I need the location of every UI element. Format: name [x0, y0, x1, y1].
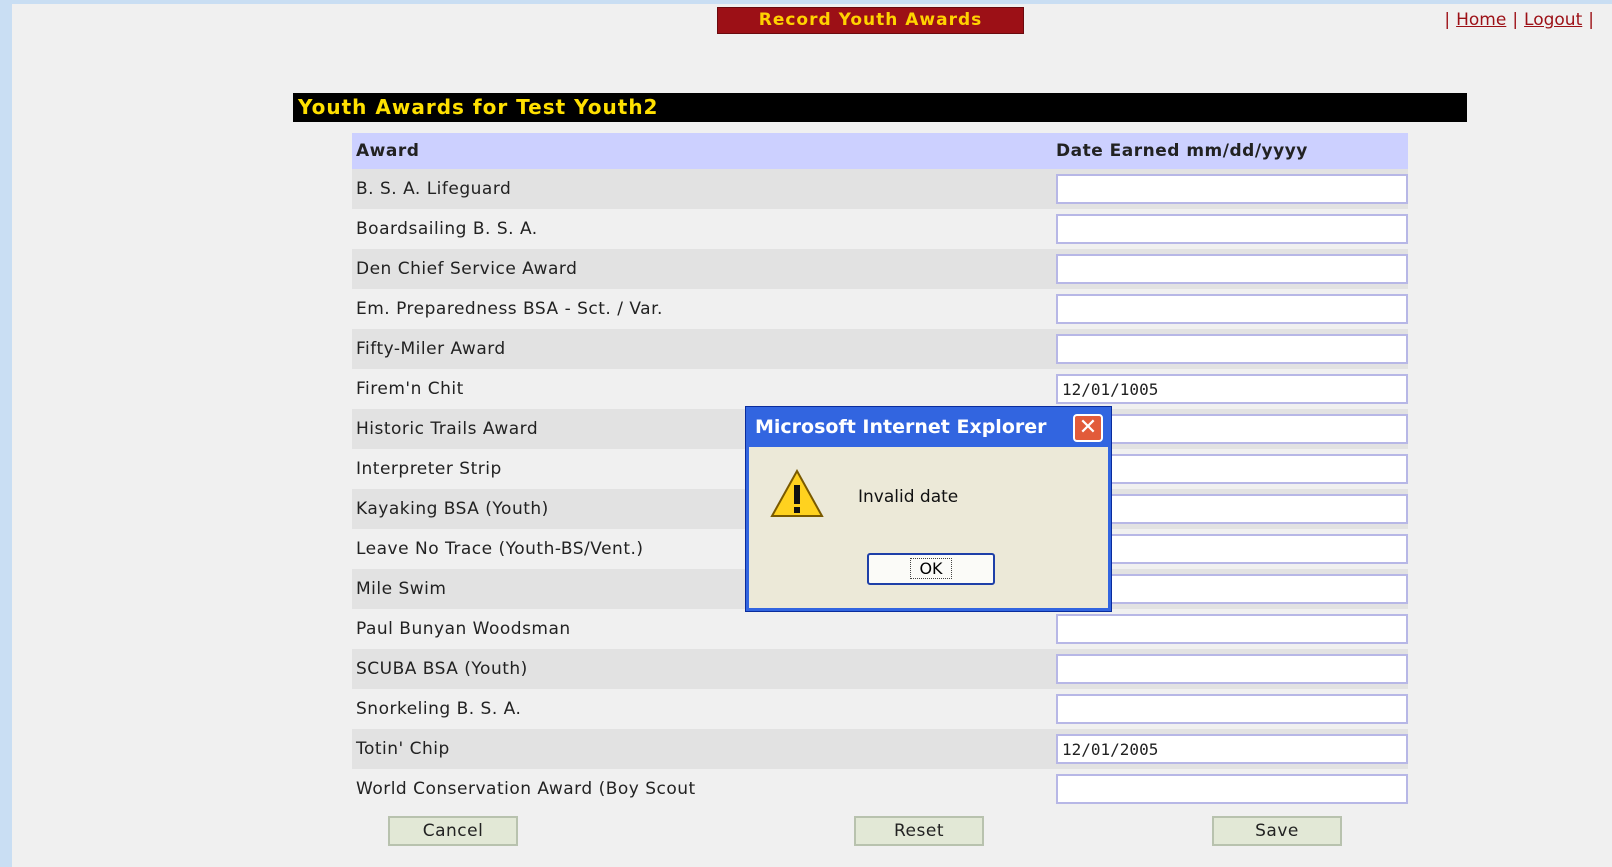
- ok-button[interactable]: OK: [867, 553, 995, 585]
- table-row: Den Chief Service Award: [352, 249, 1408, 289]
- award-name: Paul Bunyan Woodsman: [356, 619, 571, 639]
- column-header-date: Date Earned mm/dd/yyyy: [1056, 141, 1308, 161]
- table-row: World Conservation Award (Boy Scout: [352, 769, 1408, 809]
- section-title: Youth Awards for Test Youth2: [293, 93, 1467, 122]
- date-earned-input[interactable]: [1056, 774, 1408, 804]
- dialog-body: Invalid date OK: [749, 447, 1108, 608]
- ok-button-label: OK: [910, 558, 952, 579]
- date-cell: [1054, 734, 1408, 764]
- award-name: Den Chief Service Award: [356, 259, 578, 279]
- table-row: Firem'n Chit: [352, 369, 1408, 409]
- dialog-message: Invalid date: [858, 487, 959, 507]
- table-row: SCUBA BSA (Youth): [352, 649, 1408, 689]
- close-icon[interactable]: ✕: [1073, 414, 1103, 442]
- award-name: World Conservation Award (Boy Scout: [356, 779, 696, 799]
- award-name: Fifty-Miler Award: [356, 339, 506, 359]
- table-row: Totin' Chip: [352, 729, 1408, 769]
- logout-link[interactable]: Logout: [1524, 10, 1582, 30]
- nav-separator: |: [1588, 10, 1594, 30]
- table-row: Snorkeling B. S. A.: [352, 689, 1408, 729]
- award-name: Totin' Chip: [356, 739, 450, 759]
- award-name: B. S. A. Lifeguard: [356, 179, 512, 199]
- table-row: B. S. A. Lifeguard: [352, 169, 1408, 209]
- award-name: Boardsailing B. S. A.: [356, 219, 538, 239]
- table-row: Em. Preparedness BSA - Sct. / Var.: [352, 289, 1408, 329]
- date-cell: [1054, 654, 1408, 684]
- date-cell: [1054, 334, 1408, 364]
- date-earned-input[interactable]: [1056, 254, 1408, 284]
- nav-separator: |: [1512, 10, 1519, 30]
- date-earned-input[interactable]: [1056, 294, 1408, 324]
- alert-dialog: Microsoft Internet Explorer ✕ Invalid da…: [745, 406, 1112, 612]
- date-cell: [1054, 374, 1408, 404]
- date-earned-input[interactable]: [1056, 614, 1408, 644]
- date-earned-input[interactable]: [1056, 654, 1408, 684]
- top-nav-links: | Home | Logout |: [1438, 10, 1600, 30]
- page-body: Record Youth Awards | Home | Logout | Youth …: [12, 4, 1612, 867]
- date-earned-input[interactable]: [1056, 214, 1408, 244]
- date-earned-input[interactable]: [1056, 174, 1408, 204]
- date-earned-input[interactable]: [1056, 374, 1408, 404]
- nav-separator: |: [1444, 10, 1451, 30]
- table-row: Boardsailing B. S. A.: [352, 209, 1408, 249]
- cancel-button[interactable]: Cancel: [388, 816, 518, 846]
- table-header-row: Award Date Earned mm/dd/yyyy: [352, 133, 1408, 169]
- table-row: Fifty-Miler Award: [352, 329, 1408, 369]
- date-earned-input[interactable]: [1056, 694, 1408, 724]
- warning-icon: [770, 469, 824, 517]
- date-cell: [1054, 694, 1408, 724]
- date-earned-input[interactable]: [1056, 734, 1408, 764]
- date-cell: [1054, 614, 1408, 644]
- date-cell: [1054, 774, 1408, 804]
- dialog-title: Microsoft Internet Explorer: [755, 416, 1047, 438]
- award-name: SCUBA BSA (Youth): [356, 659, 528, 679]
- award-name: Firem'n Chit: [356, 379, 464, 399]
- dialog-titlebar[interactable]: Microsoft Internet Explorer ✕: [746, 407, 1111, 447]
- reset-button[interactable]: Reset: [854, 816, 984, 846]
- date-cell: [1054, 254, 1408, 284]
- date-cell: [1054, 294, 1408, 324]
- date-earned-input[interactable]: [1056, 334, 1408, 364]
- date-cell: [1054, 174, 1408, 204]
- table-row: Paul Bunyan Woodsman: [352, 609, 1408, 649]
- date-cell: [1054, 214, 1408, 244]
- home-link[interactable]: Home: [1456, 10, 1506, 30]
- column-header-award: Award: [356, 141, 420, 161]
- save-button[interactable]: Save: [1212, 816, 1342, 846]
- award-name: Snorkeling B. S. A.: [356, 699, 522, 719]
- award-name: Em. Preparedness BSA - Sct. / Var.: [356, 299, 663, 319]
- page-header-title: Record Youth Awards: [717, 7, 1024, 34]
